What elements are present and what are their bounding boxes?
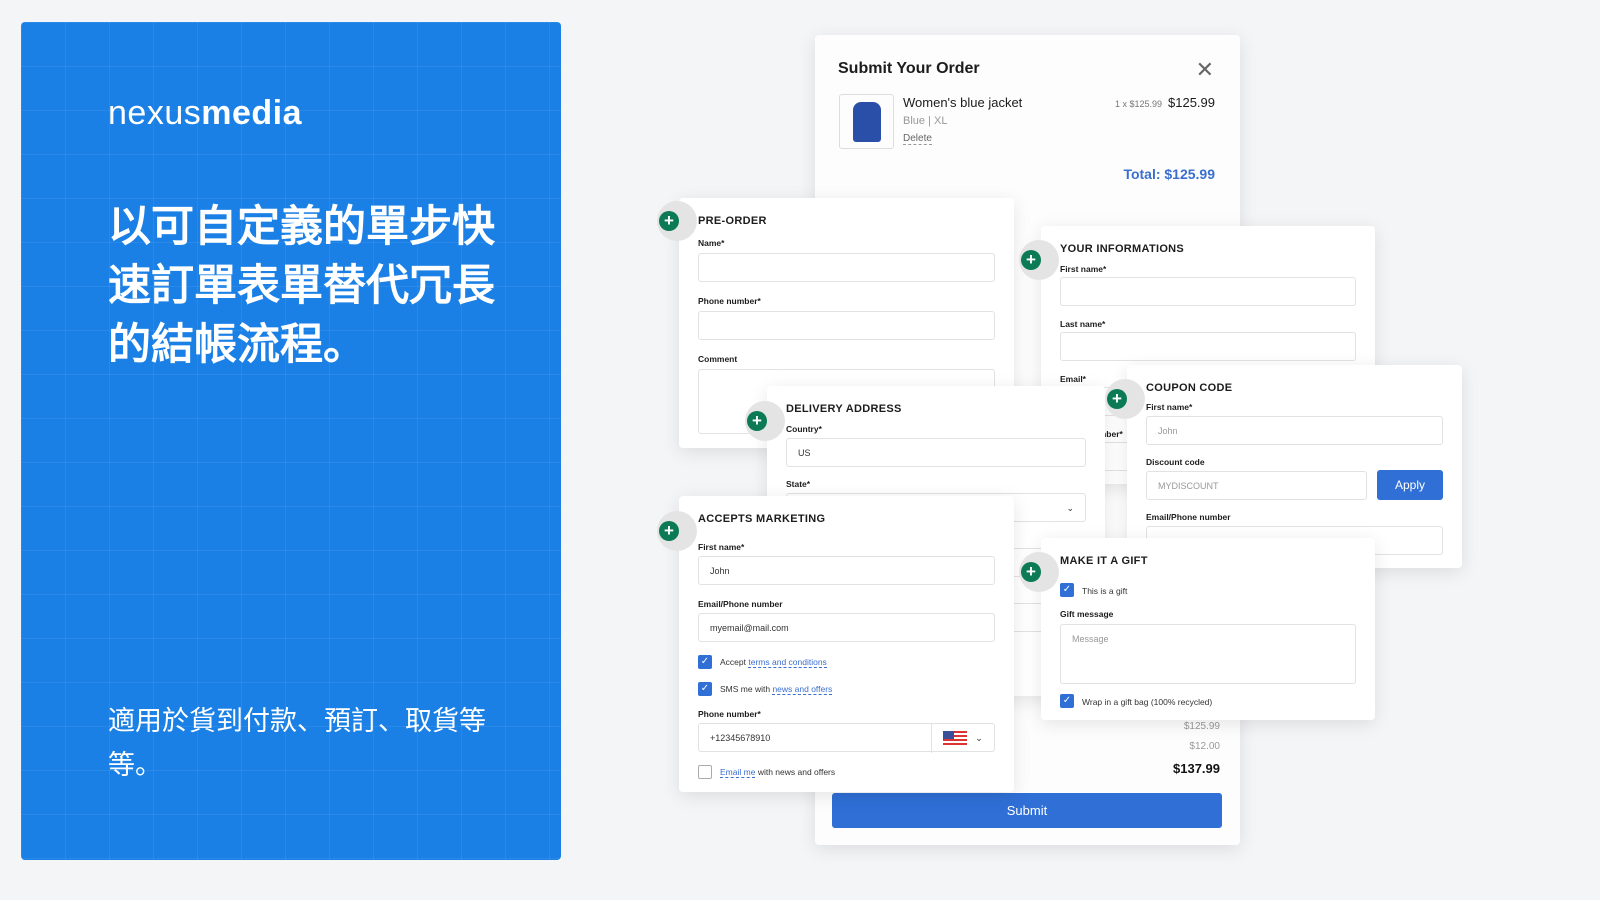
state-label: State* — [786, 479, 811, 489]
first-name-input[interactable]: John — [1146, 416, 1443, 445]
first-name-label: First name* — [698, 542, 745, 552]
plus-icon[interactable]: + — [1021, 250, 1041, 270]
first-name-input[interactable] — [1060, 277, 1356, 306]
plus-icon[interactable]: + — [1107, 389, 1127, 409]
product-name: Women's blue jacket — [903, 95, 1023, 110]
jacket-icon — [852, 101, 881, 142]
news-link[interactable]: news and offers — [772, 684, 833, 695]
product-size: XL — [934, 115, 948, 127]
us-flag-icon — [943, 730, 968, 747]
discount-input[interactable]: MYDISCOUNT — [1146, 471, 1367, 500]
gift-message-label: Gift message — [1060, 609, 1114, 619]
plus-icon[interactable]: + — [1021, 562, 1041, 582]
country-input[interactable]: US — [786, 438, 1086, 467]
country-code-select[interactable]: ⌄ — [931, 724, 994, 753]
preorder-title: PRE-ORDER — [698, 215, 767, 227]
logo: nexusmedia — [108, 94, 302, 133]
product-variant: Blue | XL — [903, 115, 948, 127]
delivery-title: DELIVERY ADDRESS — [786, 403, 902, 415]
plus-icon[interactable]: + — [659, 521, 679, 541]
name-input[interactable] — [698, 253, 995, 282]
last-name-label: Last name* — [1060, 319, 1106, 329]
gift-card: + MAKE IT A GIFT ✓ This is a gift Gift m… — [1019, 538, 1375, 720]
submit-button[interactable]: Submit — [832, 793, 1222, 828]
logo-bold: media — [201, 94, 302, 132]
name-label: Name* — [698, 238, 725, 248]
wrap-checkbox[interactable]: ✓ — [1060, 694, 1074, 708]
phone-input[interactable]: +12345678910 ⌄ — [698, 723, 995, 753]
country-label: Country* — [786, 424, 822, 434]
first-name-input[interactable]: John — [698, 556, 995, 585]
shipping: $12.00 — [1189, 741, 1220, 752]
sms-text: SMS me with — [720, 684, 771, 694]
delete-link[interactable]: Delete — [903, 133, 932, 145]
product-image — [839, 94, 894, 149]
grand-total: $137.99 — [1173, 761, 1220, 776]
terms-link[interactable]: terms and conditions — [748, 657, 827, 668]
wrap-label: Wrap in a gift bag (100% recycled) — [1082, 697, 1213, 707]
sms-label: SMS me with news and offers — [720, 684, 833, 695]
discount-label: Discount code — [1146, 457, 1205, 467]
marketing-title: ACCEPTS MARKETING — [698, 513, 826, 525]
info-title: YOUR INFORMATIONS — [1060, 243, 1185, 255]
contact-label: Email/Phone number — [698, 599, 783, 609]
product-color: Blue — [903, 115, 926, 127]
phone-label: Phone number* — [698, 709, 761, 719]
chevron-down-icon: ⌄ — [975, 733, 983, 743]
first-name-label: First name* — [1146, 402, 1193, 412]
accept-text: Accept — [720, 657, 746, 667]
contact-label: Email/Phone number — [1146, 512, 1231, 522]
email-me-label: Email me with news and offers — [720, 767, 836, 778]
logo-light: nexus — [108, 94, 202, 132]
contact-input[interactable]: myemail@mail.com — [698, 613, 995, 642]
last-name-input[interactable] — [1060, 332, 1356, 361]
order-total: Total: $125.99 — [1123, 166, 1215, 182]
first-name-label: First name* — [1060, 264, 1107, 274]
modal-title: Submit Your Order — [838, 60, 980, 77]
product-qty: 1 x $125.99 — [1115, 99, 1163, 109]
chevron-down-icon: ⌄ — [1066, 503, 1074, 513]
email-me-text: with news and offers — [757, 767, 836, 777]
phone-value: +12345678910 — [710, 733, 771, 743]
email-label: Email* — [1060, 374, 1086, 384]
gift-title: MAKE IT A GIFT — [1060, 555, 1148, 567]
phone-label: Phone number* — [698, 296, 761, 306]
headline: 以可自定義的單步快速訂單表單替代冗長的結帳流程。 — [108, 202, 495, 370]
subtext: 適用於貨到付款、預訂、取貨等等。 — [108, 706, 486, 781]
marketing-card: + ACCEPTS MARKETING First name* John Ema… — [657, 496, 1014, 792]
subtotal: $125.99 — [1183, 721, 1220, 732]
coupon-title: COUPON CODE — [1146, 382, 1233, 394]
is-gift-checkbox[interactable]: ✓ — [1060, 583, 1074, 597]
product-price: $125.99 — [1168, 95, 1215, 110]
close-icon[interactable]: ✕ — [1196, 57, 1214, 83]
apply-button[interactable]: Apply — [1377, 470, 1443, 500]
promo-panel: nexusmedia 以可自定義的單步快速訂單表單替代冗長的結帳流程。 適用於貨… — [21, 22, 561, 860]
plus-icon[interactable]: + — [747, 411, 767, 431]
email-me-checkbox[interactable] — [698, 765, 712, 779]
plus-icon[interactable]: + — [659, 211, 679, 231]
gift-message-input[interactable]: Message — [1060, 624, 1356, 684]
phone-input[interactable] — [698, 311, 995, 340]
accept-label: Accept terms and conditions — [720, 657, 827, 668]
is-gift-label: This is a gift — [1082, 586, 1128, 596]
accept-checkbox[interactable]: ✓ — [698, 655, 712, 669]
sms-checkbox[interactable]: ✓ — [698, 682, 712, 696]
comment-label: Comment — [698, 354, 738, 364]
email-me-link[interactable]: Email me — [720, 767, 756, 778]
